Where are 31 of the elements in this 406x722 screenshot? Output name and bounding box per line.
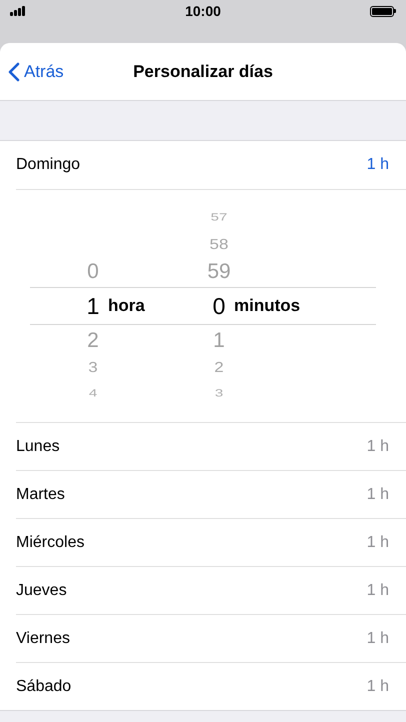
day-label: Viernes xyxy=(16,628,70,648)
day-value: 1 h xyxy=(366,532,389,552)
picker-selected-value[interactable]: 1 xyxy=(76,288,110,324)
day-row[interactable]: Lunes 1 h xyxy=(16,422,406,470)
day-label: Jueves xyxy=(16,580,67,600)
day-row[interactable]: Viernes 1 h xyxy=(16,614,406,662)
day-row[interactable]: Jueves 1 h xyxy=(16,566,406,614)
day-row[interactable]: Domingo 1 h xyxy=(0,141,406,189)
day-row[interactable]: Martes 1 h xyxy=(16,470,406,518)
day-row[interactable]: Sábado 1 h xyxy=(16,662,406,710)
picker-unit: minutos xyxy=(234,295,300,318)
day-value: 1 h xyxy=(366,484,389,504)
day-value: 1 h xyxy=(366,676,389,696)
nav-title: Personalizar días xyxy=(133,60,273,83)
chevron-left-icon xyxy=(8,62,20,82)
day-value: 1 h xyxy=(366,628,389,648)
status-time: 10:00 xyxy=(185,2,221,20)
signal-icon xyxy=(10,6,25,16)
day-label: Lunes xyxy=(16,436,60,456)
back-button[interactable]: Atrás xyxy=(8,58,64,84)
picker-unit: hora xyxy=(108,295,145,318)
battery-icon xyxy=(370,6,396,16)
picker-selected-value[interactable]: 0 xyxy=(202,288,236,324)
day-value: 1 h xyxy=(366,155,389,175)
day-value: 1 h xyxy=(366,436,389,456)
day-label: Miércoles xyxy=(16,532,84,552)
day-value: 1 h xyxy=(366,580,389,600)
day-label: Domingo xyxy=(16,155,80,175)
day-label: Martes xyxy=(16,484,65,504)
day-label: Sábado xyxy=(16,676,72,696)
day-row[interactable]: Miércoles 1 h xyxy=(16,518,406,566)
